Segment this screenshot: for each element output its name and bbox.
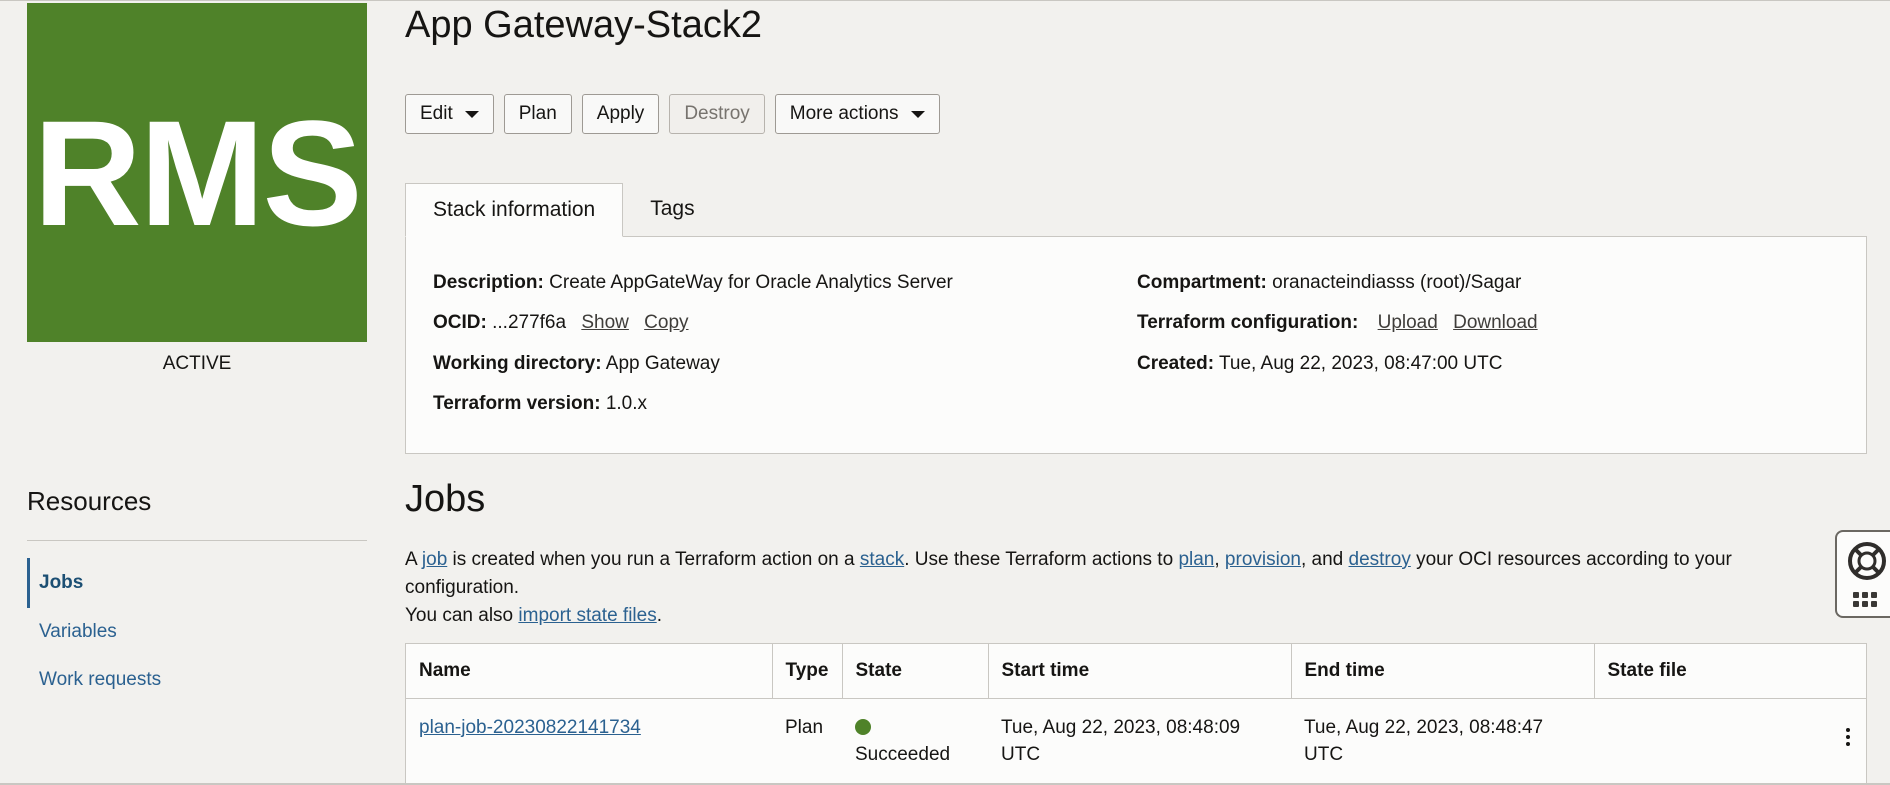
ocid-show-link[interactable]: Show	[581, 312, 629, 333]
description-label: Description:	[433, 272, 544, 293]
created-row: Created: Tue, Aug 22, 2023, 08:47:00 UTC	[1137, 353, 1502, 375]
column-header-state[interactable]: State	[842, 644, 989, 699]
download-link[interactable]: Download	[1453, 312, 1538, 333]
jobs-desc-text: A	[405, 549, 422, 570]
import-state-files-link[interactable]: import state files	[518, 605, 656, 626]
job-link[interactable]: job	[422, 549, 447, 570]
created-value: Tue, Aug 22, 2023, 08:47:00 UTC	[1219, 353, 1503, 374]
ocid-label: OCID:	[433, 312, 487, 333]
jobs-desc-text: .	[656, 605, 662, 626]
jobs-desc-text: You can also	[405, 605, 519, 626]
jobs-description: A job is created when you run a Terrafor…	[405, 546, 1845, 630]
jobs-desc-text: is created when you run a Terraform acti…	[447, 549, 860, 570]
description-value: Create AppGateWay for Oracle Analytics S…	[549, 272, 953, 293]
compartment-row: Compartment: oranacteindiasss (root)/Sag…	[1137, 272, 1521, 294]
kebab-icon[interactable]	[1840, 728, 1856, 746]
ocid-copy-link[interactable]: Copy	[644, 312, 688, 333]
job-name-link[interactable]: plan-job-20230822141734	[419, 717, 641, 738]
jobs-desc-text: ,	[1214, 549, 1225, 570]
stack-logo-text: RMS	[33, 88, 362, 257]
stack-link[interactable]: stack	[860, 549, 904, 570]
upload-link[interactable]: Upload	[1378, 312, 1438, 333]
stack-info-panel: Description: Create AppGateWay for Oracl…	[405, 236, 1867, 454]
more-actions-label: More actions	[789, 103, 899, 124]
page-title: App Gateway-Stack2	[405, 4, 762, 46]
cell-start-time: Tue, Aug 22, 2023, 08:48:09 UTC	[988, 698, 1291, 768]
terraform-version-row: Terraform version: 1.0.x	[433, 393, 647, 415]
working-directory-label: Working directory:	[433, 353, 602, 374]
provision-link[interactable]: provision	[1225, 549, 1301, 570]
column-header-type[interactable]: Type	[772, 644, 843, 699]
edit-button-label: Edit	[420, 103, 453, 124]
cell-state-file	[1594, 698, 1866, 768]
terraform-configuration-row: Terraform configuration: Upload Download	[1137, 312, 1538, 334]
table-header-row: Name Type State Start time End time Stat…	[406, 644, 1866, 699]
lifecycle-state: ACTIVE	[162, 353, 232, 374]
ocid-value: ...277f6a	[492, 312, 567, 333]
start-time-value: Tue, Aug 22, 2023, 08:48:09	[1001, 716, 1241, 738]
state-value: Succeeded	[855, 743, 951, 765]
column-header-state-file[interactable]: State file	[1594, 644, 1866, 699]
destroy-button[interactable]: Destroy	[669, 94, 765, 134]
resources-divider	[27, 540, 367, 541]
created-label: Created:	[1137, 353, 1215, 374]
cell-end-time: Tue, Aug 22, 2023, 08:48:47 UTC	[1291, 698, 1594, 768]
apply-button[interactable]: Apply	[581, 94, 660, 134]
terraform-version-value: 1.0.x	[605, 393, 648, 414]
jobs-title: Jobs	[405, 478, 486, 520]
tab-stack-information[interactable]: Stack information	[405, 183, 624, 237]
column-header-name[interactable]: Name	[406, 644, 773, 699]
working-directory-value: App Gateway	[605, 353, 720, 374]
column-header-end-time[interactable]: End time	[1291, 644, 1595, 699]
cell-type: Plan	[785, 716, 824, 738]
stack-logo: RMS	[27, 3, 367, 342]
help-widget[interactable]	[1835, 530, 1890, 618]
resources-item-work-requests[interactable]: Work requests	[27, 656, 367, 704]
working-directory-row: Working directory: App Gateway	[433, 353, 720, 375]
ocid-row: OCID: ...277f6a Show Copy	[433, 312, 689, 334]
plan-button[interactable]: Plan	[503, 94, 572, 134]
jobs-desc-text: , and	[1300, 549, 1349, 570]
jobs-table: Name Type State Start time End time Stat…	[405, 643, 1867, 785]
resources-title: Resources	[27, 486, 152, 516]
terraform-version-label: Terraform version:	[433, 393, 601, 414]
end-time-value: Tue, Aug 22, 2023, 08:48:47	[1304, 716, 1544, 738]
tab-bar: Stack information Tags	[405, 183, 722, 237]
compartment-label: Compartment:	[1137, 272, 1267, 293]
grid-icon[interactable]	[1853, 592, 1877, 607]
resources-item-variables[interactable]: Variables	[27, 608, 367, 656]
start-time-tz: UTC	[1001, 743, 1041, 765]
column-header-start-time[interactable]: Start time	[988, 644, 1292, 699]
jobs-desc-text: . Use these Terraform actions to	[904, 549, 1179, 570]
destroy-link[interactable]: destroy	[1349, 549, 1411, 570]
terraform-configuration-label: Terraform configuration:	[1137, 312, 1359, 333]
resources-nav: Jobs Variables Work requests	[27, 558, 367, 704]
compartment-value: oranacteindiasss (root)/Sagar	[1272, 272, 1522, 293]
action-toolbar: Edit Plan Apply Destroy More actions	[405, 94, 940, 134]
top-border	[0, 0, 1890, 1]
table-row: plan-job-20230822141734 Plan Succeeded T…	[406, 698, 1866, 768]
cell-name: plan-job-20230822141734	[406, 698, 772, 768]
lifebuoy-icon[interactable]	[1847, 541, 1887, 581]
cell-state: Succeeded	[842, 698, 988, 768]
description-row: Description: Create AppGateWay for Oracl…	[433, 272, 953, 294]
chevron-down-icon	[464, 110, 479, 118]
end-time-tz: UTC	[1304, 743, 1344, 765]
chevron-down-icon	[910, 110, 925, 118]
edit-button[interactable]: Edit	[405, 94, 494, 134]
success-status-icon	[855, 719, 871, 736]
resources-item-jobs[interactable]: Jobs	[27, 558, 367, 608]
more-actions-button[interactable]: More actions	[774, 94, 940, 134]
tab-tags[interactable]: Tags	[623, 183, 721, 237]
plan-link[interactable]: plan	[1178, 549, 1214, 570]
